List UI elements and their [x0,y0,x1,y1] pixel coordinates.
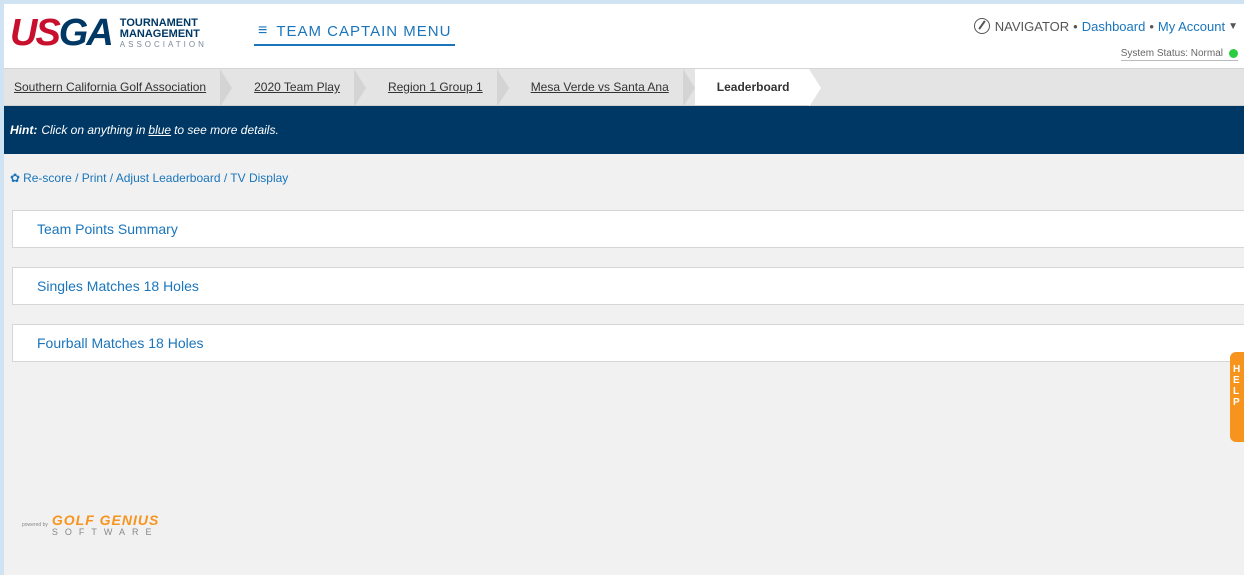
breadcrumb-item-region[interactable]: Region 1 Group 1 [366,69,509,107]
gear-icon: ✿ [10,171,21,185]
breadcrumb-item-team-play[interactable]: 2020 Team Play [232,69,366,107]
usga-logo[interactable]: USGA TOURNAMENT MANAGEMENT ASSOCIATION [10,12,207,54]
hint-banner: Hint: Click on anything in blue to see m… [4,106,1244,154]
logo-text: TOURNAMENT MANAGEMENT ASSOCIATION [119,16,207,49]
dashboard-link[interactable]: Dashboard [1082,19,1146,34]
hint-text-before: Click on anything in [41,123,146,137]
account-nav: NAVIGATOR • Dashboard • My Account ▼ [973,18,1238,34]
help-letter: H [1233,364,1241,375]
navigator-label[interactable]: NAVIGATOR [995,19,1069,34]
logo-mark: USGA [10,12,114,54]
top-bar: USGA TOURNAMENT MANAGEMENT ASSOCIATION ≡… [4,4,1244,68]
separator-dot: • [1073,18,1078,34]
hint-keyword: blue [148,123,172,137]
section-title: Fourball Matches 18 Holes [37,335,204,351]
breadcrumb-item-match[interactable]: Mesa Verde vs Santa Ana [509,69,695,107]
brand-sub: SOFTWARE [51,527,159,537]
logo-mark-us: US [10,12,61,54]
breadcrumb-label: Leaderboard [716,80,790,94]
hint-prefix: Hint: [10,123,38,137]
logo-line2: MANAGEMENT [119,27,200,40]
help-letter: E [1233,375,1240,386]
options-label: Re-score / Print / Adjust Leaderboard / … [23,171,289,185]
breadcrumb: Southern California Golf Association 202… [4,68,1244,107]
powered-by-logo[interactable]: powered by GOLF GENIUS SOFTWARE [22,513,159,537]
help-letter: P [1233,397,1240,408]
leaderboard-options-link[interactable]: ✿ Re-score / Print / Adjust Leaderboard … [10,171,288,185]
hamburger-icon: ≡ [258,22,269,39]
logo-line3: ASSOCIATION [119,39,207,49]
breadcrumb-label: Mesa Verde vs Santa Ana [530,80,669,94]
hint-text-after: to see more details. [174,123,279,137]
help-letter: L [1233,386,1240,397]
brand-name: GOLF GENIUS [51,512,160,528]
system-status-label: System Status: Normal [1120,48,1223,59]
section-fourball-matches[interactable]: Fourball Matches 18 Holes [12,324,1244,362]
golf-genius-logo: GOLF GENIUS SOFTWARE [52,513,159,537]
breadcrumb-item-association[interactable]: Southern California Golf Association [4,69,233,107]
powered-by-label: powered by [22,522,48,528]
breadcrumb-item-leaderboard: Leaderboard [694,69,822,107]
breadcrumb-label: Region 1 Group 1 [387,80,483,94]
section-title: Team Points Summary [37,221,178,237]
section-team-points-summary[interactable]: Team Points Summary [12,210,1244,248]
team-captain-menu-button[interactable]: ≡ TEAM CAPTAIN MENU [254,18,456,46]
section-singles-matches[interactable]: Singles Matches 18 Holes [12,267,1244,305]
compass-icon [973,18,990,34]
breadcrumb-label: Southern California Golf Association [14,80,207,94]
logo-mark-ga: GA [58,12,114,54]
menu-label: TEAM CAPTAIN MENU [276,22,452,40]
separator-dot: • [1149,18,1154,34]
system-status[interactable]: System Status: Normal [1120,48,1238,61]
section-title: Singles Matches 18 Holes [37,278,199,294]
help-tab[interactable]: H E L P [1230,352,1244,442]
breadcrumb-label: 2020 Team Play [254,80,340,94]
logo-line1: TOURNAMENT [119,16,198,29]
caret-down-icon[interactable]: ▼ [1228,21,1238,32]
my-account-link[interactable]: My Account [1158,19,1225,34]
status-indicator-icon [1229,49,1238,58]
